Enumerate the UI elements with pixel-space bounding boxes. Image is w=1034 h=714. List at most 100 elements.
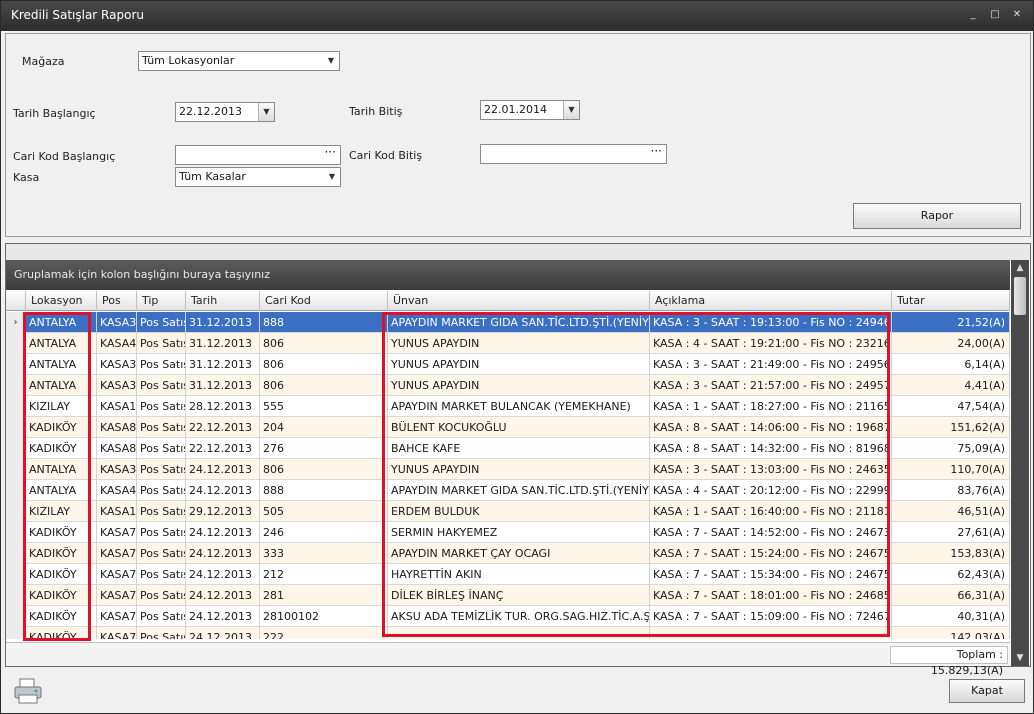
- scroll-up-icon[interactable]: ▲: [1014, 262, 1026, 274]
- column-header-tip[interactable]: Tip: [137, 291, 186, 311]
- group-panel[interactable]: Gruplamak için kolon başlığını buraya ta…: [6, 260, 1010, 290]
- cell-tarih: 22.12.2013: [186, 417, 260, 438]
- scroll-down-icon[interactable]: ▼: [1014, 652, 1026, 664]
- cell-tarih: 22.12.2013: [186, 438, 260, 459]
- row-indicator[interactable]: [6, 606, 26, 627]
- cell-pos: KASA1: [97, 396, 137, 417]
- cell-tip: Pos Satış: [137, 312, 186, 333]
- tarih-baslangic-date[interactable]: 22.12.2013 ▼: [175, 102, 275, 122]
- row-indicator[interactable]: [6, 396, 26, 417]
- column-header-aciklama[interactable]: Açıklama: [650, 291, 892, 311]
- grid-header: Lokasyon Pos Tip Tarih Cari Kod Ünvan Açıklama…: [6, 291, 1010, 311]
- table-row[interactable]: KADIKÖY KASA7 Pos Satış 24.12.2013 246 SERMIN…: [6, 522, 1010, 543]
- calendar-dropdown-icon[interactable]: ▼: [258, 103, 274, 121]
- cari-kod-baslangic-field[interactable]: ···: [175, 145, 341, 165]
- table-row[interactable]: KADIKÖY KASA7 Pos Satış 24.12.2013 333 APAYDI…: [6, 543, 1010, 564]
- close-button[interactable]: ✕: [1011, 9, 1023, 21]
- cell-unvan: HAYRETTİN AKIN: [388, 564, 650, 585]
- ellipsis-icon[interactable]: ···: [651, 142, 662, 160]
- cell-tarih: 31.12.2013: [186, 354, 260, 375]
- cell-aciklama: KASA : 1 - SAAT : 18:27:00 - Fis NO : 21…: [650, 396, 892, 417]
- grid-rows: › ANTALYA KASA3 Pos Satış 31.12.2013 888 APAYD…: [6, 312, 1010, 639]
- kasa-combo[interactable]: Tüm Kasalar ▼: [175, 167, 341, 187]
- column-header-lokasyon[interactable]: Lokasyon: [26, 291, 97, 311]
- cell-pos: KASA3: [97, 375, 137, 396]
- row-indicator[interactable]: [6, 480, 26, 501]
- row-indicator[interactable]: [6, 522, 26, 543]
- row-indicator[interactable]: [6, 438, 26, 459]
- table-row[interactable]: ANTALYA KASA3 Pos Satış 31.12.2013 806 YUNUS …: [6, 354, 1010, 375]
- row-indicator[interactable]: [6, 543, 26, 564]
- tarih-bitis-date[interactable]: 22.01.2014 ▼: [480, 100, 580, 120]
- row-indicator[interactable]: [6, 375, 26, 396]
- table-row[interactable]: KADIKÖY KASA8 Pos Satış 22.12.2013 204 BÜLENT…: [6, 417, 1010, 438]
- cell-pos: KASA8: [97, 438, 137, 459]
- table-row[interactable]: ANTALYA KASA3 Pos Satış 31.12.2013 806 YUNUS …: [6, 375, 1010, 396]
- chevron-down-icon[interactable]: ▼: [324, 168, 340, 186]
- cell-pos: KASA4: [97, 480, 137, 501]
- table-row[interactable]: KADIKÖY KASA7 Pos Satış 24.12.2013 222 142,03…: [6, 627, 1010, 639]
- table-row[interactable]: ANTALYA KASA4 Pos Satış 24.12.2013 888 APAYDI…: [6, 480, 1010, 501]
- maximize-button[interactable]: □: [989, 9, 1001, 21]
- column-header-tutar[interactable]: Tutar: [892, 291, 1010, 311]
- column-header-unvan[interactable]: Ünvan: [388, 291, 650, 311]
- cell-aciklama: KASA : 3 - SAAT : 21:49:00 - Fis NO : 24…: [650, 354, 892, 375]
- cell-aciklama: KASA : 8 - SAAT : 14:06:00 - Fis NO : 19…: [650, 417, 892, 438]
- cell-tip: Pos Satış: [137, 585, 186, 606]
- table-row[interactable]: ANTALYA KASA4 Pos Satış 31.12.2013 806 YUNUS …: [6, 333, 1010, 354]
- cell-aciklama: KASA : 4 - SAAT : 20:12:00 - Fis NO : 22…: [650, 480, 892, 501]
- cell-lokasyon: ANTALYA: [26, 375, 97, 396]
- cell-aciklama: KASA : 7 - SAAT : 18:01:00 - Fis NO : 24…: [650, 585, 892, 606]
- printer-icon[interactable]: [13, 677, 43, 705]
- row-indicator[interactable]: [6, 585, 26, 606]
- cell-aciklama: KASA : 3 - SAAT : 13:03:00 - Fis NO : 24…: [650, 459, 892, 480]
- table-row[interactable]: KADIKÖY KASA7 Pos Satış 24.12.2013 281 DİLEK …: [6, 585, 1010, 606]
- magaza-value: Tüm Lokasyonlar: [142, 54, 235, 67]
- row-indicator[interactable]: [6, 354, 26, 375]
- cell-lokasyon: KADIKÖY: [26, 438, 97, 459]
- row-indicator[interactable]: [6, 501, 26, 522]
- table-row[interactable]: KADIKÖY KASA7 Pos Satış 24.12.2013 212 HAYRET…: [6, 564, 1010, 585]
- cell-unvan: BAHCE KAFE: [388, 438, 650, 459]
- cell-pos: KASA7: [97, 564, 137, 585]
- vertical-scrollbar[interactable]: ▲ ▼: [1011, 260, 1029, 666]
- cell-cari-kod: 888: [260, 480, 388, 501]
- table-row[interactable]: › ANTALYA KASA3 Pos Satış 31.12.2013 888 APAYD…: [6, 312, 1010, 333]
- chevron-down-icon[interactable]: ▼: [323, 52, 339, 70]
- column-header-pos[interactable]: Pos: [97, 291, 137, 311]
- cell-aciklama: KASA : 7 - SAAT : 15:24:00 - Fis NO : 24…: [650, 543, 892, 564]
- row-indicator[interactable]: [6, 459, 26, 480]
- cell-tutar: 153,83(A): [892, 543, 1010, 564]
- table-row[interactable]: KADIKÖY KASA7 Pos Satış 24.12.2013 28100102 A…: [6, 606, 1010, 627]
- table-row[interactable]: KADIKÖY KASA8 Pos Satış 22.12.2013 276 BAHCE …: [6, 438, 1010, 459]
- cell-pos: KASA3: [97, 354, 137, 375]
- cell-tip: Pos Satış: [137, 417, 186, 438]
- magaza-combo[interactable]: Tüm Lokasyonlar ▼: [138, 51, 340, 71]
- table-row[interactable]: KIZILAY KASA1 Pos Satış 28.12.2013 555 APAYDI…: [6, 396, 1010, 417]
- calendar-dropdown-icon[interactable]: ▼: [563, 101, 579, 119]
- row-indicator[interactable]: [6, 627, 26, 639]
- cell-tip: Pos Satış: [137, 522, 186, 543]
- row-indicator[interactable]: [6, 564, 26, 585]
- table-row[interactable]: KIZILAY KASA1 Pos Satış 29.12.2013 505 ERDEM …: [6, 501, 1010, 522]
- kapat-button[interactable]: Kapat: [949, 679, 1025, 703]
- cell-pos: KASA8: [97, 417, 137, 438]
- table-row[interactable]: ANTALYA KASA3 Pos Satış 24.12.2013 806 YUNUS …: [6, 459, 1010, 480]
- cell-tutar: 27,61(A): [892, 522, 1010, 543]
- cell-tarih: 29.12.2013: [186, 501, 260, 522]
- cell-cari-kod: 212: [260, 564, 388, 585]
- minimize-button[interactable]: _: [967, 9, 979, 21]
- cell-aciklama: KASA : 3 - SAAT : 21:57:00 - Fis NO : 24…: [650, 375, 892, 396]
- ellipsis-icon[interactable]: ···: [325, 143, 336, 161]
- rapor-button[interactable]: Rapor: [853, 203, 1021, 229]
- column-header-cari-kod[interactable]: Cari Kod: [260, 291, 388, 311]
- column-header-tarih[interactable]: Tarih: [186, 291, 260, 311]
- row-indicator[interactable]: [6, 333, 26, 354]
- cell-aciklama: KASA : 7 - SAAT : 14:52:00 - Fis NO : 24…: [650, 522, 892, 543]
- row-indicator-arrow-icon[interactable]: ›: [6, 312, 26, 333]
- row-indicator[interactable]: [6, 417, 26, 438]
- scroll-thumb[interactable]: [1014, 277, 1026, 315]
- cell-tarih: 24.12.2013: [186, 585, 260, 606]
- cell-lokasyon: KADIKÖY: [26, 417, 97, 438]
- cari-kod-bitis-field[interactable]: ···: [480, 144, 667, 164]
